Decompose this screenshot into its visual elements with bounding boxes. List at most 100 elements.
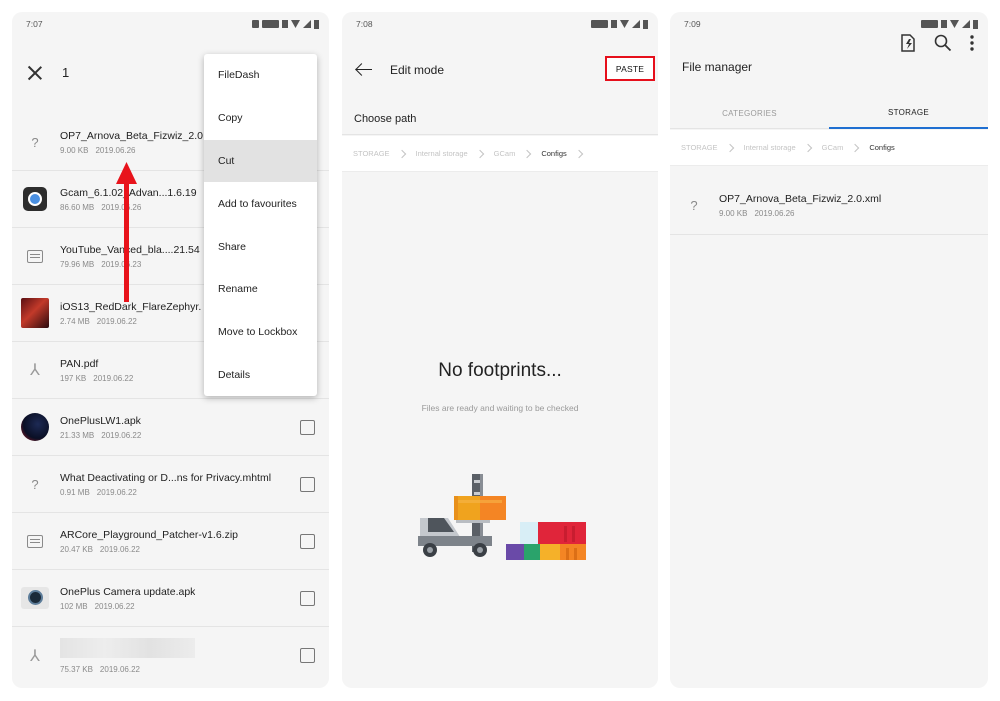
file-date: 2019.06.22 xyxy=(96,487,137,497)
select-checkbox[interactable] xyxy=(300,420,315,435)
camera-app-icon xyxy=(21,184,49,214)
wifi-icon xyxy=(620,20,629,28)
list-item[interactable]: OnePlus Camera update.apk 102 MB 2019.06.… xyxy=(12,570,329,627)
vibrate-icon xyxy=(611,20,617,28)
file-size: 75.37 KB xyxy=(60,664,93,674)
wifi-icon xyxy=(950,20,959,28)
chevron-right-icon xyxy=(574,149,584,158)
more-options-icon[interactable] xyxy=(970,35,974,51)
menu-item-add-to-favourites[interactable]: Add to favourites xyxy=(204,182,317,225)
breadcrumb-gcam[interactable]: GCam xyxy=(494,149,516,158)
close-icon[interactable] xyxy=(26,64,44,82)
archive-icon xyxy=(21,526,49,556)
select-checkbox[interactable] xyxy=(300,591,315,606)
volte-icon xyxy=(591,20,608,28)
signal-icon xyxy=(632,20,640,28)
menu-item-share[interactable]: Share xyxy=(204,225,317,268)
file-date: 2019.06.22 xyxy=(94,601,135,611)
camera-apk-icon xyxy=(21,583,49,613)
select-checkbox[interactable] xyxy=(300,477,315,492)
paste-button[interactable]: PASTE xyxy=(605,56,655,81)
file-size: 0.91 MB xyxy=(60,487,90,497)
breadcrumb-storage[interactable]: STORAGE xyxy=(353,149,390,158)
breadcrumb-configs[interactable]: Configs xyxy=(541,149,566,158)
list-item[interactable]: ? OP7_Arnova_Beta_Fizwiz_2.0.xml 9.00 KB… xyxy=(670,177,988,235)
back-arrow-icon[interactable] xyxy=(355,63,373,77)
forklift-illustration xyxy=(418,474,586,560)
file-size: 21.33 MB xyxy=(60,430,95,440)
phone-screen-file-list: 7:07 1 ? OP7_Arnova_Beta_Fizwiz_2.0 9.00… xyxy=(12,12,329,688)
chevron-right-icon xyxy=(803,143,812,152)
breadcrumb-internal-storage[interactable]: Internal storage xyxy=(416,149,468,158)
status-bar: 7:09 xyxy=(670,12,988,36)
unknown-file-icon: ? xyxy=(31,476,39,492)
menu-item-cut[interactable]: Cut xyxy=(204,139,317,183)
breadcrumb-configs[interactable]: Configs xyxy=(869,143,894,152)
empty-state-subtitle: Files are ready and waiting to be checke… xyxy=(421,403,579,413)
chevron-right-icon xyxy=(397,149,406,158)
file-size: 9.00 KB xyxy=(60,145,89,155)
menu-item-filedash[interactable]: FileDash xyxy=(204,54,317,97)
file-date: 2019.06.26 xyxy=(101,202,142,212)
file-date: 2019.06.26 xyxy=(754,209,795,218)
file-date: 2019.06.22 xyxy=(96,316,137,326)
list-item[interactable]: ? What Deactivating or D...ns for Privac… xyxy=(12,456,329,513)
file-name: iOS13_RedDark_FlareZephyr. xyxy=(60,300,202,313)
phone-screen-file-manager: 7:09 File manager CATEGORIES STORAGE STO… xyxy=(670,12,988,688)
file-name: OnePlusLW1.apk xyxy=(60,414,141,427)
menu-item-copy[interactable]: Copy xyxy=(204,97,317,140)
choose-path-label: Choose path xyxy=(342,103,658,135)
vibrate-icon xyxy=(282,20,288,28)
file-name: What Deactivating or D...ns for Privacy.… xyxy=(60,471,272,484)
chevron-right-icon xyxy=(725,143,734,152)
file-name: YouTube_Vanced_bla....21.54 xyxy=(60,243,200,256)
redaction-block xyxy=(60,637,195,658)
signal-icon xyxy=(962,20,970,28)
file-size: 20.47 KB xyxy=(60,544,93,554)
tab-storage[interactable]: STORAGE xyxy=(829,98,988,129)
status-bar: 7:07 xyxy=(12,12,329,36)
file-date: 2019.06.22 xyxy=(99,664,140,674)
select-checkbox[interactable] xyxy=(300,534,315,549)
file-size: 86.60 MB xyxy=(60,202,95,212)
unknown-file-icon: ? xyxy=(690,198,698,213)
image-thumbnail xyxy=(21,298,49,328)
volte-icon xyxy=(262,20,279,28)
search-icon[interactable] xyxy=(934,34,952,52)
status-time: 7:08 xyxy=(356,19,373,29)
file-size: 79.96 MB xyxy=(60,259,95,269)
select-checkbox[interactable] xyxy=(300,648,315,663)
empty-state-title: No footprints... xyxy=(438,360,562,381)
file-date: 2019.06.26 xyxy=(95,145,136,155)
signal-icon xyxy=(303,20,311,28)
file-size: 9.00 KB xyxy=(719,209,748,218)
breadcrumb: STORAGE Internal storage GCam Configs xyxy=(670,130,988,166)
tab-categories[interactable]: CATEGORIES xyxy=(670,98,829,129)
file-name: OP7_Arnova_Beta_Fizwiz_2.0 xyxy=(60,129,203,142)
breadcrumb-gcam[interactable]: GCam xyxy=(822,143,844,152)
menu-item-details[interactable]: Details xyxy=(204,354,317,397)
breadcrumb-internal-storage[interactable]: Internal storage xyxy=(744,143,796,152)
phone-screen-edit-mode: 7:08 Edit mode PASTE Choose path STORAGE… xyxy=(342,12,658,688)
status-time: 7:07 xyxy=(26,19,43,29)
list-item[interactable]: OnePlusLW1.apk 21.33 MB 2019.06.22 xyxy=(12,399,329,456)
file-name-redacted xyxy=(60,637,195,661)
menu-item-rename[interactable]: Rename xyxy=(204,268,317,311)
page-title: File manager xyxy=(682,60,753,74)
list-item[interactable]: ARCore_Playground_Patcher-v1.6.zip 20.47… xyxy=(12,513,329,570)
list-item[interactable]: ⅄ 75.37 KB 2019.06.22 xyxy=(12,627,329,684)
breadcrumb-storage[interactable]: STORAGE xyxy=(681,143,718,152)
volte-icon xyxy=(921,20,938,28)
file-date: 2019.06.22 xyxy=(101,430,142,440)
apk-icon xyxy=(21,412,49,442)
filedash-icon[interactable] xyxy=(900,34,916,52)
edit-toolbar: Edit mode PASTE xyxy=(342,36,658,103)
status-icons xyxy=(252,19,319,29)
file-date: 2019.06.22 xyxy=(93,373,134,383)
chevron-right-icon xyxy=(475,149,484,158)
status-icons xyxy=(921,19,978,29)
menu-item-move-to-lockbox[interactable]: Move to Lockbox xyxy=(204,311,317,354)
battery-icon xyxy=(314,19,319,29)
file-name: OnePlus Camera update.apk xyxy=(60,585,196,598)
toolbar-actions xyxy=(900,34,974,52)
